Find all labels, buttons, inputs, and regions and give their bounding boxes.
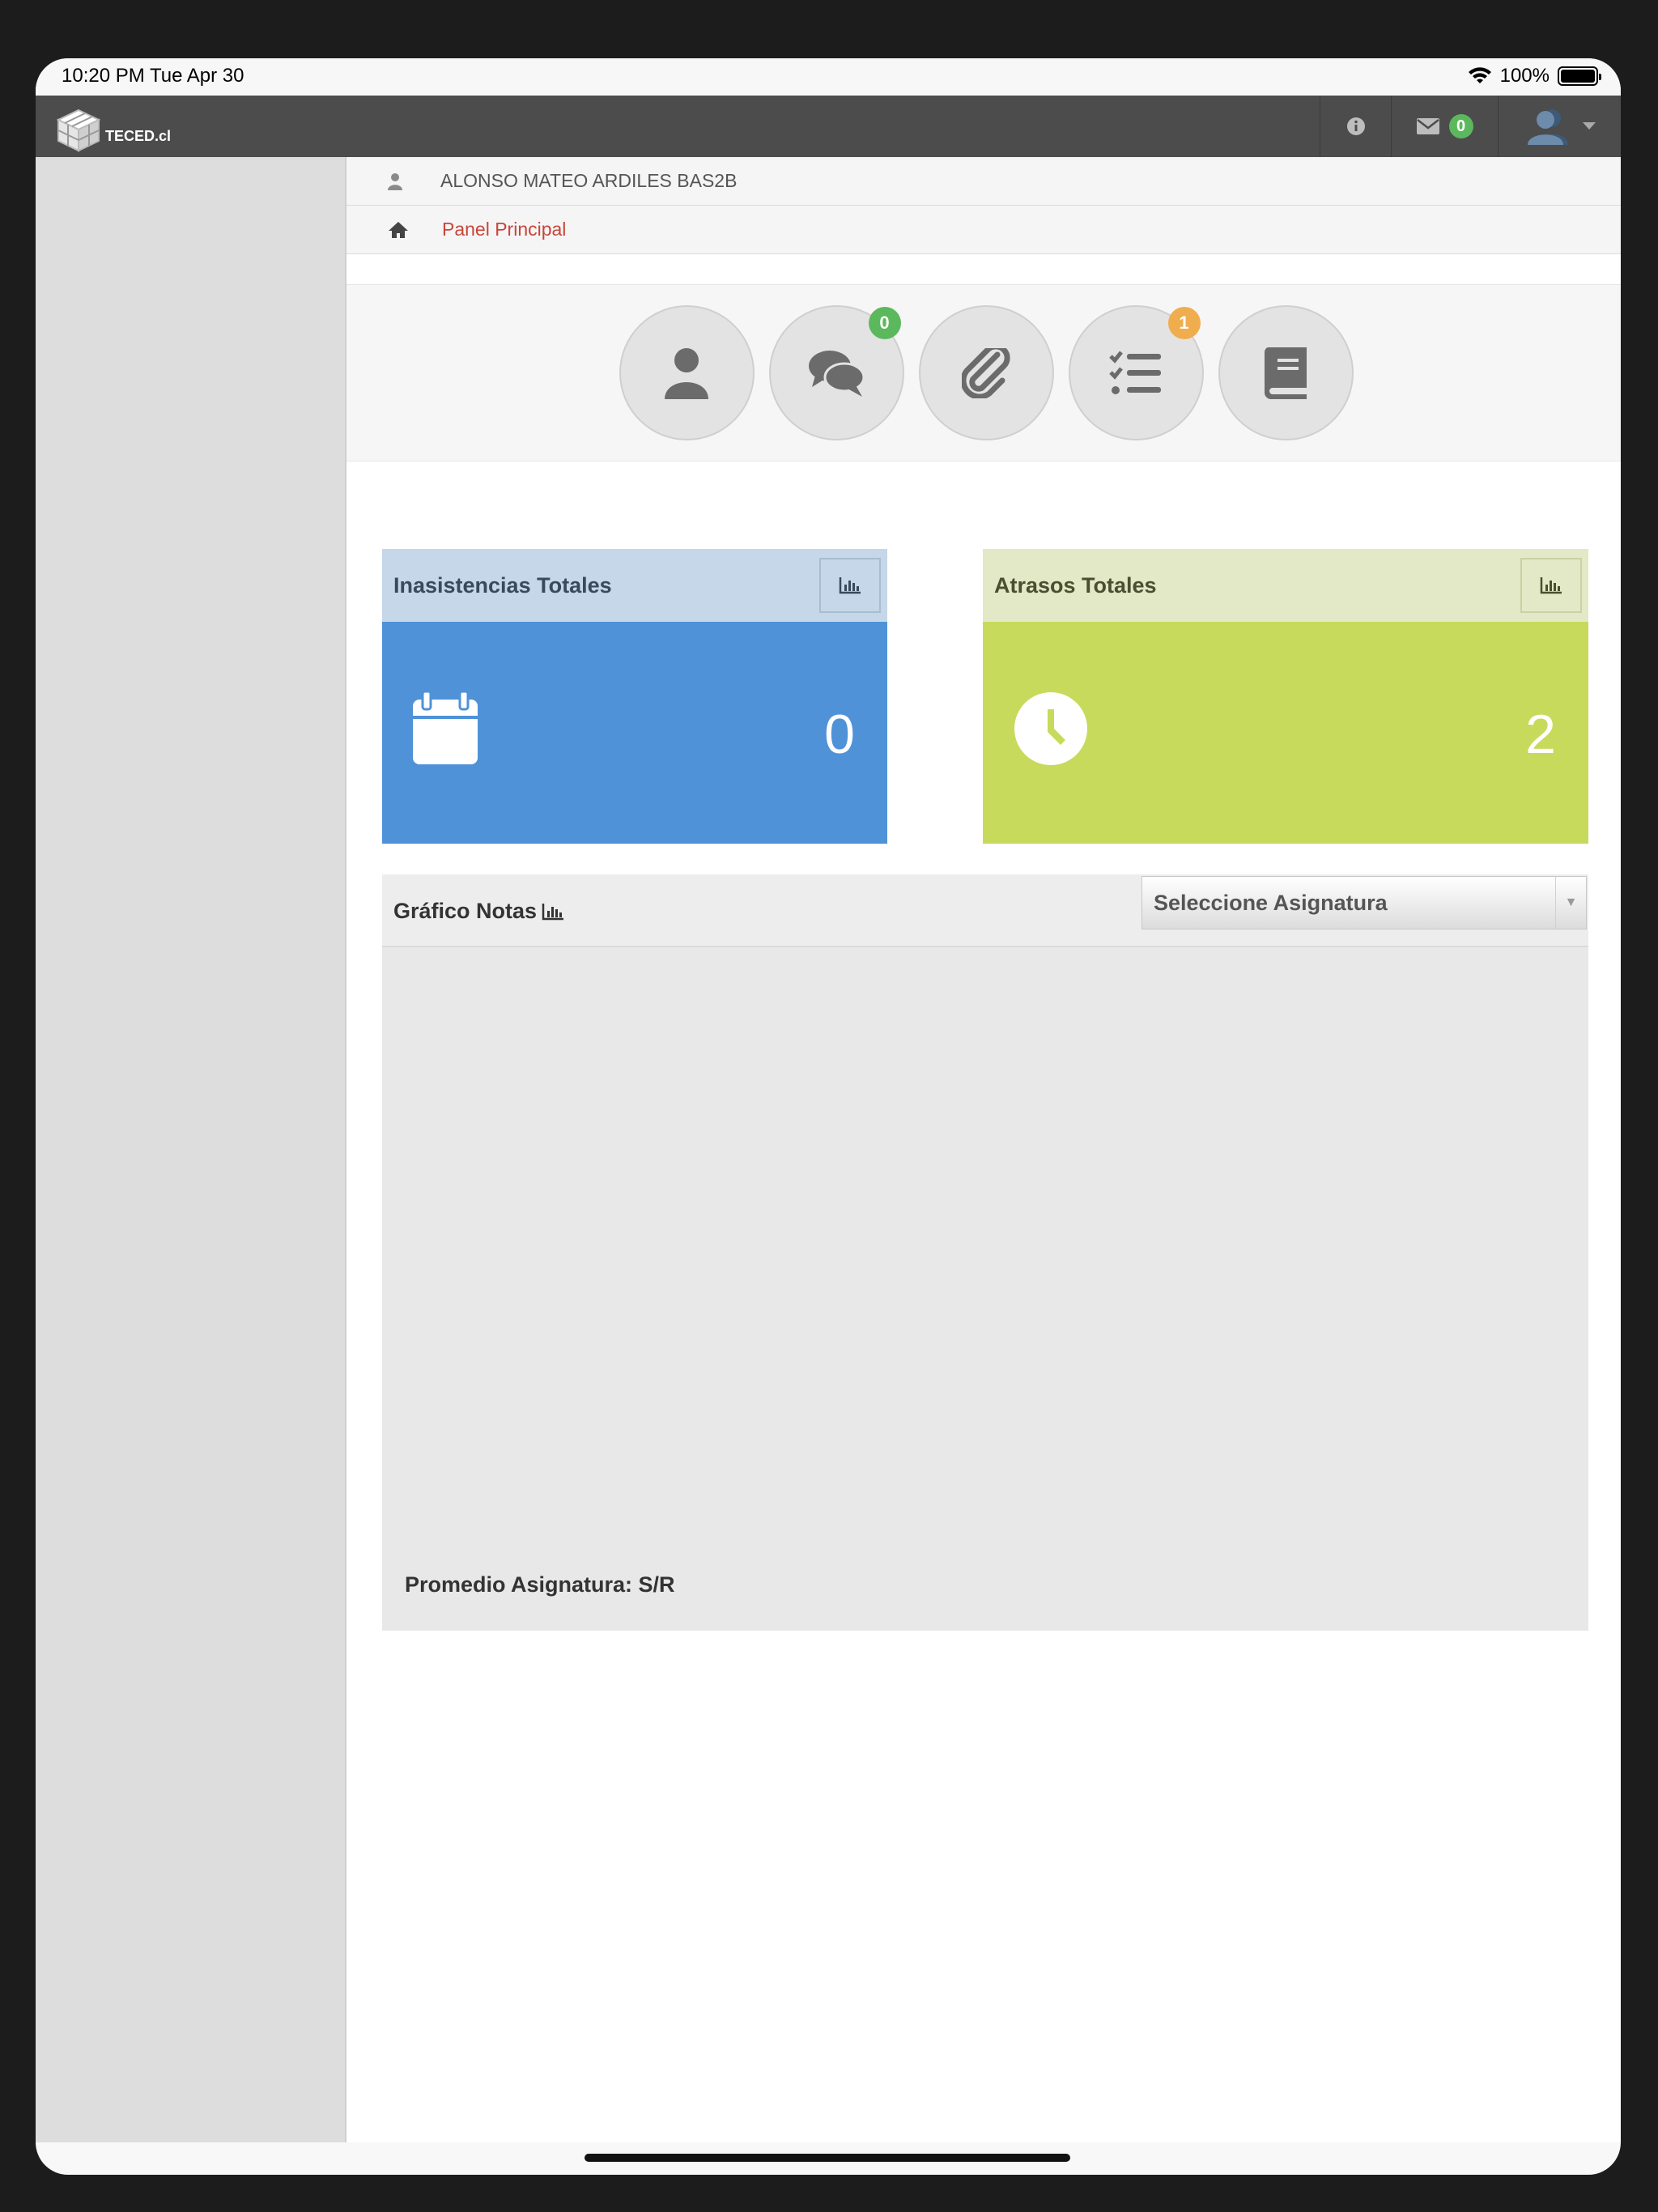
subject-select-value: Seleccione Asignatura <box>1154 890 1388 915</box>
book-icon <box>1264 347 1307 399</box>
messages-shortcut-button[interactable]: 0 <box>768 305 904 440</box>
battery-icon <box>1558 66 1601 86</box>
grades-panel: Gráfico Notas Seleccione Asignatura ▼ Pr… <box>382 874 1588 1631</box>
battery-percent: 100% <box>1499 65 1550 87</box>
breadcrumb-link[interactable]: Panel Principal <box>442 219 566 240</box>
delays-card-body: 2 <box>983 622 1588 844</box>
delays-chart-button[interactable] <box>1520 558 1582 613</box>
messages-badge: 0 <box>868 307 901 339</box>
status-right: 100% <box>1468 65 1601 87</box>
info-icon <box>1346 117 1365 135</box>
top-navbar: TECED.cl 0 <box>36 96 1621 157</box>
comments-icon <box>809 350 865 397</box>
mail-count-badge: 0 <box>1448 114 1473 138</box>
home-indicator[interactable] <box>585 2154 1070 2162</box>
spacer <box>346 254 1621 285</box>
grades-header: Gráfico Notas Seleccione Asignatura ▼ <box>382 874 1588 947</box>
info-button[interactable] <box>1320 96 1391 157</box>
delays-title: Atrasos Totales <box>994 572 1157 598</box>
delays-value: 2 <box>1525 704 1556 765</box>
absences-card-header: Inasistencias Totales <box>382 549 887 622</box>
absences-card-body: 0 <box>382 622 887 844</box>
shortcut-bar: 0 1 <box>346 285 1621 462</box>
bar-chart-icon <box>1540 577 1562 594</box>
avatar-icon <box>1527 109 1568 145</box>
subject-select[interactable]: Seleccione Asignatura ▼ <box>1141 876 1587 929</box>
delays-card-header: Atrasos Totales <box>983 549 1588 622</box>
absences-card: Inasistencias Totales 0 <box>382 549 887 844</box>
cube-logo-icon <box>56 108 101 152</box>
grades-title-text: Gráfico Notas <box>393 899 538 923</box>
book-shortcut-button[interactable] <box>1218 305 1354 440</box>
tasks-shortcut-button[interactable]: 1 <box>1068 305 1204 440</box>
student-row: ALONSO MATEO ARDILES BAS2B <box>346 157 1621 206</box>
breadcrumb: Panel Principal <box>346 206 1621 254</box>
mail-button[interactable]: 0 <box>1391 96 1498 157</box>
device-screen: 10:20 PM Tue Apr 30 100% TECED.cl 0 ALON… <box>36 58 1621 2175</box>
chevron-down-icon[interactable]: ▼ <box>1555 877 1586 929</box>
sidebar <box>36 157 346 2142</box>
status-time: 10:20 PM Tue Apr 30 <box>62 65 244 87</box>
wifi-icon <box>1468 67 1491 83</box>
home-icon[interactable] <box>346 221 442 239</box>
paperclip-icon <box>962 347 1010 398</box>
status-bar: 10:20 PM Tue Apr 30 100% <box>36 58 1621 96</box>
user-icon <box>665 347 708 399</box>
tasks-badge: 1 <box>1167 307 1201 339</box>
calendar-icon <box>411 690 479 770</box>
user-menu-button[interactable] <box>1498 96 1621 157</box>
logo[interactable]: TECED.cl <box>53 107 171 152</box>
grades-title: Gráfico Notas <box>393 899 564 924</box>
attachments-shortcut-button[interactable] <box>918 305 1054 440</box>
tasks-icon <box>1109 350 1161 394</box>
clock-icon <box>1014 691 1088 770</box>
delays-card: Atrasos Totales 2 <box>983 549 1588 844</box>
student-name: ALONSO MATEO ARDILES BAS2B <box>440 170 738 191</box>
absences-title: Inasistencias Totales <box>393 572 612 598</box>
bar-chart-icon <box>542 903 564 920</box>
navbar-actions: 0 <box>1320 96 1621 157</box>
profile-shortcut-button[interactable] <box>619 305 755 440</box>
caret-down-icon <box>1582 122 1596 130</box>
subject-average: Promedio Asignatura: S/R <box>405 1572 675 1597</box>
absences-value: 0 <box>824 704 855 765</box>
bar-chart-icon <box>839 577 861 594</box>
envelope-icon <box>1416 118 1439 134</box>
absences-chart-button[interactable] <box>819 558 881 613</box>
logo-text: TECED.cl <box>105 127 172 144</box>
user-small-icon <box>346 172 436 190</box>
